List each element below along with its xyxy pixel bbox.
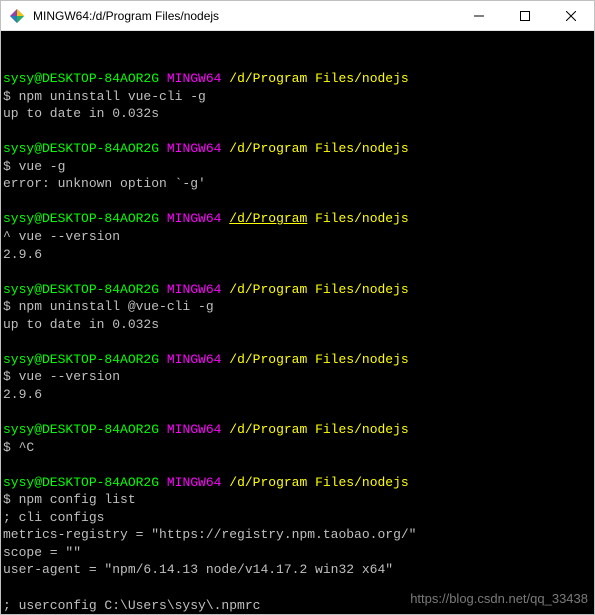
command-line: $ npm config list xyxy=(3,491,592,509)
command-line: $ ^C xyxy=(3,439,592,457)
output-line: metrics-registry = "https://registry.npm… xyxy=(3,526,592,544)
prompt-line: sysy@DESKTOP-84AOR2G MINGW64 /d/Program … xyxy=(3,70,592,88)
output-line: ; userconfig C:\Users\sysy\.npmrc xyxy=(3,597,592,615)
mingw-icon xyxy=(9,8,25,24)
titlebar[interactable]: MINGW64:/d/Program Files/nodejs xyxy=(1,1,594,31)
output-line: 2.9.6 xyxy=(3,386,592,404)
prompt-line: sysy@DESKTOP-84AOR2G MINGW64 /d/Program … xyxy=(3,474,592,492)
output-line xyxy=(3,579,592,597)
blank-line xyxy=(3,333,592,351)
prompt-line: sysy@DESKTOP-84AOR2G MINGW64 /d/Program … xyxy=(3,140,592,158)
output-line: ; cli configs xyxy=(3,509,592,527)
blank-line xyxy=(3,403,592,421)
output-line: user-agent = "npm/6.14.13 node/v14.17.2 … xyxy=(3,561,592,579)
command-line: ^ vue --version xyxy=(3,228,592,246)
window-controls xyxy=(456,1,594,31)
terminal-body[interactable]: sysy@DESKTOP-84AOR2G MINGW64 /d/Program … xyxy=(1,31,594,614)
window-title: MINGW64:/d/Program Files/nodejs xyxy=(33,9,456,23)
prompt-line: sysy@DESKTOP-84AOR2G MINGW64 /d/Program … xyxy=(3,351,592,369)
prompt-line: sysy@DESKTOP-84AOR2G MINGW64 /d/Program … xyxy=(3,210,592,228)
command-line: $ vue --version xyxy=(3,368,592,386)
prompt-line: sysy@DESKTOP-84AOR2G MINGW64 /d/Program … xyxy=(3,281,592,299)
blank-line xyxy=(3,263,592,281)
command-line: $ npm uninstall vue-cli -g xyxy=(3,88,592,106)
prompt-line: sysy@DESKTOP-84AOR2G MINGW64 /d/Program … xyxy=(3,421,592,439)
output-line: error: unknown option `-g' xyxy=(3,175,592,193)
minimize-button[interactable] xyxy=(456,1,502,31)
window-frame: MINGW64:/d/Program Files/nodejs sysy@DES… xyxy=(0,0,595,615)
blank-line xyxy=(3,123,592,141)
output-line: 2.9.6 xyxy=(3,246,592,264)
blank-line xyxy=(3,193,592,211)
maximize-button[interactable] xyxy=(502,1,548,31)
command-line: $ npm uninstall @vue-cli -g xyxy=(3,298,592,316)
output-line: scope = "" xyxy=(3,544,592,562)
output-line: up to date in 0.032s xyxy=(3,105,592,123)
blank-line xyxy=(3,456,592,474)
terminal-content: sysy@DESKTOP-84AOR2G MINGW64 /d/Program … xyxy=(3,70,592,614)
output-line: up to date in 0.032s xyxy=(3,316,592,334)
command-line: $ vue -g xyxy=(3,158,592,176)
close-button[interactable] xyxy=(548,1,594,31)
